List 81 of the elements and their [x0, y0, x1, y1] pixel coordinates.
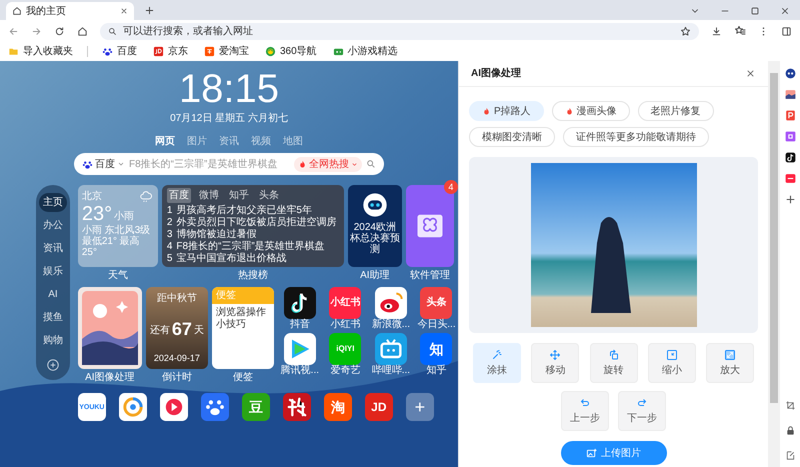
bookmark-link[interactable]: 360导航 — [263, 44, 319, 59]
hot-list-tab[interactable]: 头条 — [256, 188, 281, 203]
tool-button[interactable]: 下一步 — [618, 391, 666, 431]
countdown-text: 天 — [194, 324, 204, 338]
tool-button[interactable]: 移动 — [531, 343, 580, 383]
bookmark-link[interactable]: 百度 — [100, 44, 139, 59]
tile-label: 倒计时 — [162, 370, 192, 385]
hot-list-tab[interactable]: 知乎 — [226, 188, 251, 203]
search-tab[interactable]: 网页 — [155, 134, 175, 149]
feature-chip[interactable]: 模糊图变清晰 — [469, 127, 555, 147]
tile-label: AI图像处理 — [85, 370, 135, 385]
nav-item[interactable]: AI — [38, 285, 67, 304]
hot-list-item[interactable]: 4 F8推长的“三宗罪”是英雄世界棋盘 — [166, 241, 339, 253]
ai-assistant-card[interactable]: 2024欧洲杯总决赛预测 — [348, 185, 402, 267]
panel-title: AI图像处理 — [471, 66, 521, 81]
nav-item[interactable]: 资讯 — [38, 239, 67, 258]
bookmark-link[interactable]: 京东 — [151, 44, 190, 59]
feature-chip[interactable]: 证件照等更多功能敬请期待 — [563, 127, 709, 147]
app-label: 今日头... — [417, 319, 456, 331]
browser-tab[interactable]: 我的主页 — [6, 2, 134, 20]
tool-button[interactable]: 上一步 — [561, 391, 609, 431]
temperature-text: 23° — [82, 204, 112, 224]
hot-list-tab[interactable]: 微博 — [196, 188, 221, 203]
app-label: 哔哩哔... — [372, 365, 410, 377]
hot-list-tab[interactable]: 百度 — [166, 188, 191, 203]
nav-item[interactable]: 办公 — [38, 216, 67, 235]
weather-text: 小雨 东北风3级 — [82, 225, 152, 236]
app-icon[interactable]: JD — [364, 393, 393, 421]
countdown-text: 还有 — [150, 324, 170, 338]
note-card[interactable]: 便签 浏览器操作小技巧 — [212, 287, 274, 369]
feature-chip[interactable]: P掉路人 — [469, 101, 544, 121]
hot-search-button[interactable]: 全网热搜 — [294, 156, 362, 172]
event-text: 距中秋节 — [156, 292, 197, 306]
search-input[interactable]: F8推长的“三宗罪”是英雄世界棋盘 — [129, 156, 290, 172]
clock-text: 18:15 — [178, 69, 280, 109]
days-count: 67 — [172, 320, 192, 338]
app-icon[interactable]: 头条 — [420, 287, 452, 319]
search-field[interactable]: 百度 F8推长的“三宗罪”是英雄世界棋盘 全网热搜 — [74, 153, 384, 175]
nav-item[interactable]: 购物 — [38, 331, 67, 350]
app-icon[interactable]: + — [406, 393, 434, 421]
nav-item[interactable]: 摸鱼 — [38, 308, 67, 327]
note-text: 浏览器操作小技巧 — [214, 306, 267, 331]
bookmark-link[interactable]: 导入收藏夹 — [6, 44, 75, 59]
bookmark-link[interactable]: 小游戏精选 — [330, 44, 400, 59]
hot-list-item[interactable]: 3 博物馆被迫过暑假 — [166, 229, 339, 241]
tile-label: 软件管理 — [410, 269, 450, 283]
tool-button[interactable]: 放大 — [706, 343, 754, 383]
tile-label: 天气 — [108, 269, 128, 283]
note-header: 便签 — [212, 287, 274, 304]
app-label: 新浪微... — [372, 319, 410, 331]
date-text: 07月12日 星期五 六月初七 — [170, 112, 288, 126]
temperature-range-text: 最低21° 最高25° — [82, 236, 141, 258]
nav-item[interactable]: 主页 — [38, 193, 67, 212]
tile-label: 便签 — [232, 371, 253, 385]
hot-list-item[interactable]: 1 男孩高考后才知父亲已坐牢5年 — [166, 205, 339, 217]
bookmark-link[interactable]: 爱淘宝 — [202, 44, 251, 59]
app-label: 抖音 — [290, 319, 310, 331]
tool-button[interactable]: 涂抹 — [473, 343, 521, 383]
date-text: 2024-09-17 — [154, 352, 200, 364]
app-icon[interactable]: 小红书 — [329, 287, 362, 319]
weather-text: 小雨 — [114, 210, 134, 224]
countdown-card[interactable]: 距中秋节 还有 67 天 2024-09-17 — [146, 287, 208, 369]
feature-chip[interactable]: 老照片修复 — [638, 101, 714, 121]
tool-button[interactable]: 旋转 — [590, 343, 638, 383]
app-label: 知乎 — [426, 365, 446, 377]
city-text: 北京 — [82, 190, 102, 204]
tool-button[interactable]: 缩小 — [648, 343, 696, 383]
hot-list-item[interactable]: 2 外卖员烈日下吃饭被店员拒进空调房 — [166, 217, 339, 229]
engine-selector[interactable]: 百度 — [82, 156, 125, 172]
app-icon[interactable]: 知 — [420, 333, 452, 365]
hot-list-item[interactable]: 5 宝马中国宣布退出价格战 — [166, 253, 339, 265]
app-label: 爱奇艺 — [330, 365, 360, 377]
app-label: 小红书 — [330, 319, 360, 331]
nav-item[interactable]: 娱乐 — [38, 262, 67, 281]
app-label: 腾讯视... — [280, 365, 320, 377]
count-badge: 4 — [444, 180, 458, 194]
caption-text: 2024欧洲杯总决赛预测 — [350, 222, 400, 255]
feature-chip[interactable]: 漫画头像 — [552, 101, 630, 121]
tile-label: 热搜榜 — [238, 268, 268, 283]
tile-label: AI助理 — [360, 268, 390, 283]
address-bar[interactable]: 可以进行搜索，或者输入网址 — [100, 22, 699, 40]
